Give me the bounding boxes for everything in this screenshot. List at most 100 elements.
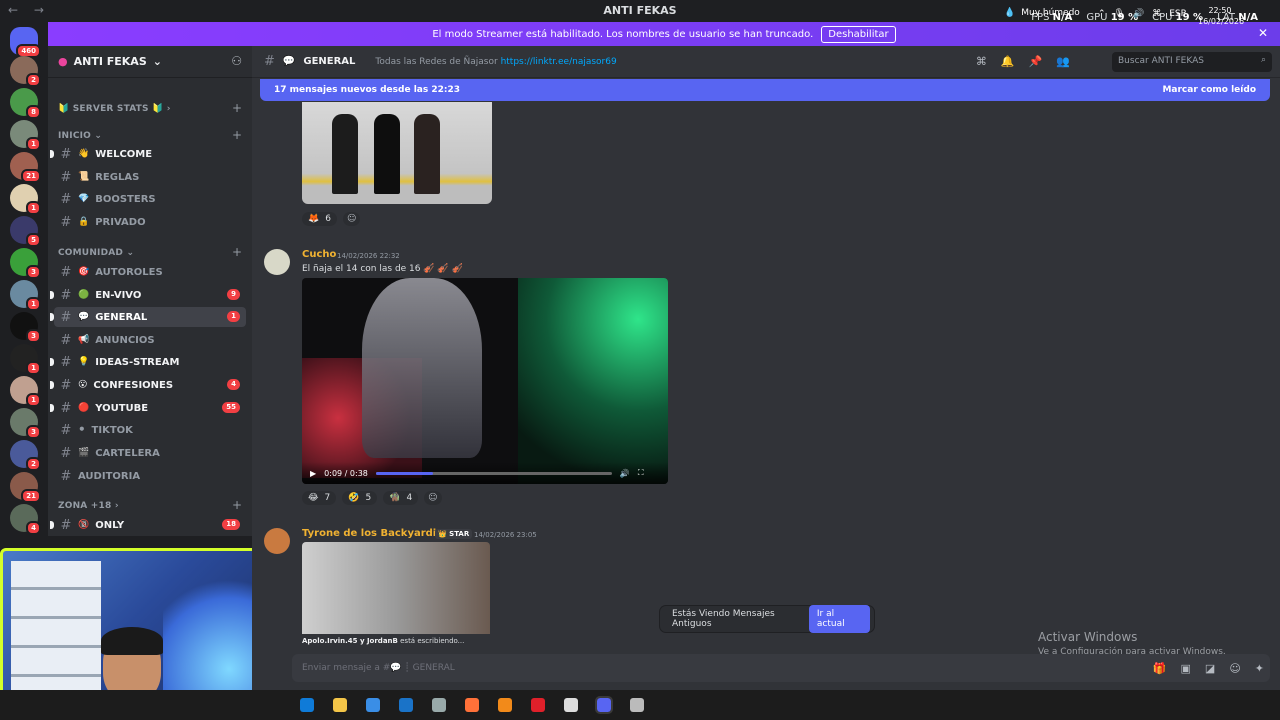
vlc-icon[interactable] — [498, 698, 512, 712]
server-icon[interactable]: 1 — [10, 344, 41, 375]
channel-item-autoroles[interactable]: # 🎯 AUTOROLES — [54, 262, 246, 282]
add-channel-icon[interactable]: + — [232, 101, 242, 115]
server-badge: 1 — [26, 361, 41, 375]
clock[interactable]: 22:50 16/02/2026 — [1198, 5, 1244, 27]
reaction[interactable]: 🦊 6 — [302, 212, 337, 226]
weather-widget[interactable]: 💧 Muy húmedo — [1004, 8, 1080, 18]
sticker-icon[interactable]: ◪ — [1205, 662, 1215, 675]
volume-icon[interactable]: 🔊 — [1133, 9, 1144, 19]
edge-icon[interactable] — [300, 698, 314, 712]
new-messages-bar[interactable]: 17 mensajes nuevos desde las 22:23 Marca… — [260, 79, 1270, 101]
server-icon[interactable]: 3 — [10, 248, 41, 279]
channel-item-anuncios[interactable]: # 📢 ANUNCIOS — [54, 330, 246, 350]
jump-to-present-button[interactable]: Ir al actual — [808, 605, 870, 633]
server-icon[interactable]: 1 — [10, 376, 41, 407]
chat-area: # 💬 GENERAL Todas las Redes de Ñajasor h… — [252, 46, 1280, 690]
avatar[interactable] — [264, 249, 290, 275]
hash-icon: # — [60, 146, 72, 162]
channel-item-only[interactable]: # 🔞 ONLY 18 — [50, 515, 246, 535]
add-channel-icon[interactable]: + — [232, 128, 242, 142]
firefox-icon[interactable] — [465, 698, 479, 712]
files-icon[interactable] — [333, 698, 347, 712]
server-icon[interactable]: 2 — [10, 56, 41, 87]
category-zona[interactable]: ZONA +18 › — [58, 501, 119, 511]
channel-item-cartelera[interactable]: # 🎬 CARTELERA — [54, 443, 246, 463]
channel-item-tiktok[interactable]: # ⚫ TIKTOK — [54, 420, 246, 440]
channel-item-reglas[interactable]: # 📜 REGLAS — [54, 167, 246, 187]
channel-item-auditoria[interactable]: # AUDITORIA — [54, 466, 246, 486]
server-badge: 2 — [26, 73, 41, 87]
server-icon[interactable]: 3 — [10, 408, 41, 439]
avatar[interactable] — [264, 528, 290, 554]
network-icon[interactable]: ⌘ — [1152, 9, 1161, 19]
username[interactable]: Cucho — [302, 249, 336, 260]
video-player[interactable]: ▶ 0:09 / 0:38 🔊 ⛶ — [302, 278, 668, 484]
server-icon[interactable]: 21 — [10, 152, 41, 183]
channel-label: IDEAS-STREAM — [95, 356, 180, 368]
store-icon[interactable] — [366, 698, 380, 712]
gift-icon[interactable]: 🎁 — [1153, 662, 1167, 675]
disable-streamer-button[interactable]: Deshabilitar — [821, 25, 896, 43]
server-icon[interactable]: 21 — [10, 472, 41, 503]
add-reaction-icon[interactable]: ☺ — [424, 491, 442, 505]
message-image[interactable] — [302, 542, 490, 634]
server-icon[interactable]: 4 — [10, 504, 41, 535]
search-input[interactable]: Buscar ANTI FEKAS ⌕ — [1112, 52, 1272, 72]
chevron-up-icon[interactable]: ⌃ — [1098, 9, 1106, 19]
app-icon[interactable] — [432, 698, 446, 712]
channel-item-en-vivo[interactable]: # 🟢 EN-VIVO 9 — [50, 285, 246, 305]
server-icon[interactable]: 8 — [10, 88, 41, 119]
channel-item-boosters[interactable]: # 💎 BOOSTERS — [54, 189, 246, 209]
threads-icon[interactable]: ⌘ — [976, 55, 987, 68]
server-icon[interactable]: 1 — [10, 120, 41, 151]
add-reaction-icon[interactable]: ☺ — [342, 212, 361, 226]
server-header[interactable]: ● ANTI FEKAS ⌄ ⚇ — [48, 46, 252, 78]
channel-item-confesiones[interactable]: # 😮 CONFESIONES 4 — [50, 375, 246, 395]
channel-item-youtube[interactable]: # 🔴 YOUTUBE 55 — [50, 398, 246, 418]
language-indicator[interactable]: ESP — [1169, 9, 1186, 19]
members-icon[interactable]: 👥 — [1056, 55, 1070, 68]
volume-icon[interactable]: 🔊 — [620, 469, 630, 478]
add-channel-icon[interactable]: + — [232, 245, 242, 259]
server-icon[interactable]: 2 — [10, 440, 41, 471]
gif-icon[interactable]: ▣ — [1181, 662, 1191, 675]
fullscreen-icon[interactable]: ⛶ — [638, 468, 644, 478]
server-icon[interactable]: 1 — [10, 184, 41, 215]
video-progress[interactable] — [375, 471, 612, 475]
topic-link[interactable]: https://linktr.ee/najasor69 — [501, 57, 617, 67]
channel-item-general[interactable]: # 💬 GENERAL 1 — [50, 307, 246, 327]
play-icon[interactable]: ▶ — [310, 469, 316, 478]
channel-item-welcome[interactable]: # 👋 WELCOME — [50, 144, 246, 164]
message-input[interactable]: Enviar mensaje a #💬 ┊ GENERAL — [292, 654, 1270, 682]
pin-icon[interactable]: 📌 — [1029, 55, 1043, 68]
discord-icon[interactable] — [595, 696, 613, 714]
message-image[interactable] — [302, 102, 492, 204]
opera-icon[interactable] — [531, 698, 545, 712]
obs-icon[interactable] — [564, 698, 578, 712]
hash-icon: # — [60, 264, 72, 280]
close-icon[interactable]: ✕ — [1258, 26, 1268, 40]
server-icon[interactable]: 5 — [10, 216, 41, 247]
reaction[interactable]: 🤣 5 — [342, 491, 378, 505]
category-server-stats[interactable]: 🔰 SERVER STATS 🔰 › — [58, 104, 171, 114]
mic-icon[interactable]: 🎙 — [1114, 9, 1125, 19]
apps-icon[interactable]: ✦ — [1255, 662, 1264, 675]
reaction[interactable]: 😂 7 — [302, 491, 337, 505]
bell-icon[interactable]: 🔔 — [1001, 55, 1015, 68]
outlook-icon[interactable] — [399, 698, 413, 712]
server-icon[interactable]: 1 — [10, 280, 41, 311]
channel-item-ideas-stream[interactable]: # 💡 IDEAS-STREAM — [50, 352, 246, 372]
discord-home-icon[interactable]: 460 — [10, 27, 41, 58]
category-comunidad[interactable]: COMUNIDAD ⌄ — [58, 248, 134, 258]
channel-item-privado[interactable]: # 🔒 PRIVADO — [54, 212, 246, 232]
emoji-icon[interactable]: ☺ — [1229, 662, 1240, 675]
app-icon[interactable] — [630, 698, 644, 712]
add-channel-icon[interactable]: + — [232, 498, 242, 512]
hash-icon: # — [60, 332, 72, 348]
message-text: El ñaja el 14 con las de 16 🎻 🎻 🎻 — [302, 264, 463, 274]
mark-read-button[interactable]: Marcar como leído — [1162, 85, 1256, 95]
category-inicio[interactable]: INICIO ⌄ — [58, 131, 102, 141]
server-icon[interactable]: 3 — [10, 312, 41, 343]
add-member-icon[interactable]: ⚇ — [231, 54, 242, 68]
reaction[interactable]: 🧌 4 — [383, 491, 419, 505]
